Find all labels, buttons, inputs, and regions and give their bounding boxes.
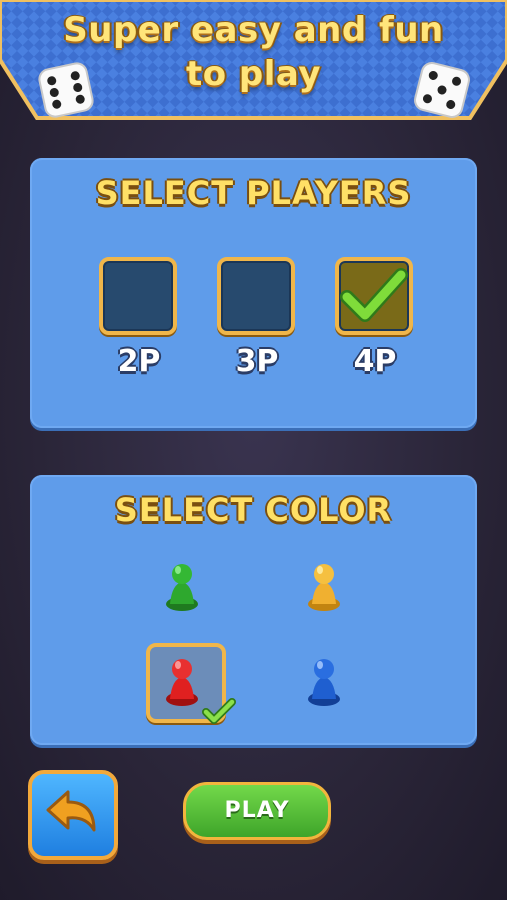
play-button-label: PLAY	[224, 798, 290, 823]
checkmark-icon	[202, 698, 236, 724]
back-arrow-icon	[46, 790, 96, 832]
pawn-blue[interactable]	[304, 655, 344, 707]
select-players-panel: SELECT PLAYERS 2P 3P 4P	[30, 158, 477, 428]
checkmark-icon	[340, 268, 408, 322]
select-color-title: SELECT COLOR	[114, 491, 393, 529]
pawn-yellow[interactable]	[304, 560, 344, 612]
player-option-2p[interactable]	[99, 257, 177, 335]
select-players-title: SELECT PLAYERS	[95, 174, 412, 212]
dice-icon	[414, 62, 470, 118]
header-banner: Super easy and fun to play	[0, 0, 507, 120]
player-option-3p[interactable]	[217, 257, 295, 335]
player-label-3p: 3P	[235, 344, 279, 379]
back-button[interactable]	[28, 770, 118, 860]
player-option-4p[interactable]	[335, 257, 413, 335]
pawn-red[interactable]	[162, 655, 202, 707]
select-color-panel: SELECT COLOR	[30, 475, 477, 745]
player-label-4p: 4P	[353, 344, 397, 379]
pawn-green[interactable]	[162, 560, 202, 612]
player-label-2p: 2P	[117, 344, 161, 379]
dice-icon	[38, 62, 94, 118]
play-button[interactable]: PLAY	[183, 782, 331, 840]
